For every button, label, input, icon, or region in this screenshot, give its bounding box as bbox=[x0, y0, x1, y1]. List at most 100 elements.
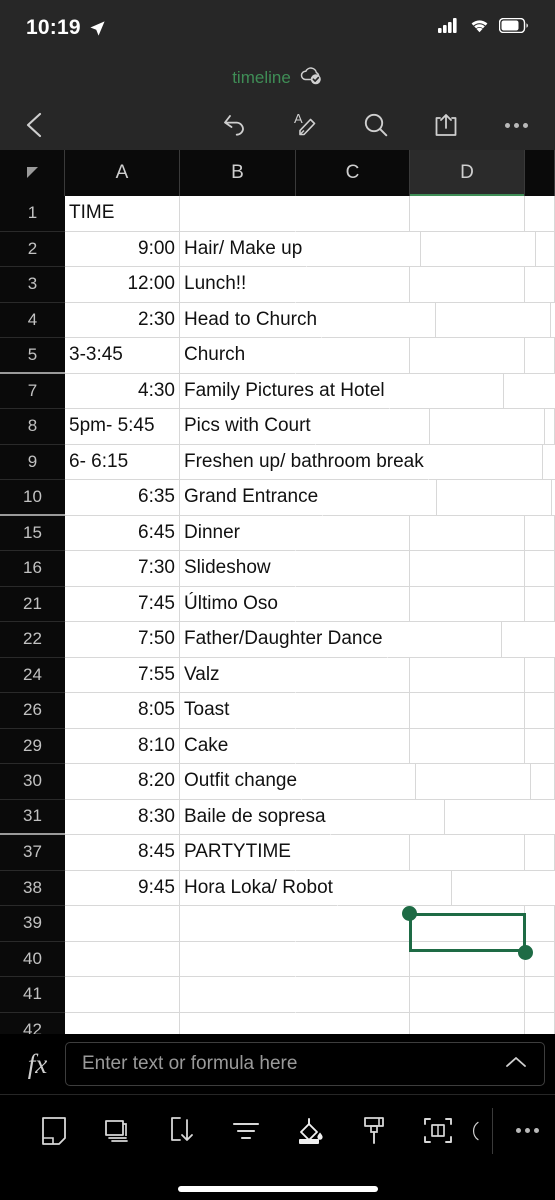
filter-button[interactable] bbox=[214, 1106, 278, 1156]
cell-a[interactable] bbox=[65, 1012, 180, 1034]
cell-e[interactable] bbox=[525, 267, 555, 303]
row-header[interactable]: 42 bbox=[0, 1012, 65, 1034]
search-button[interactable] bbox=[359, 108, 393, 142]
cell-b[interactable]: Cake bbox=[180, 728, 296, 764]
cell-a[interactable]: 9:45 bbox=[65, 870, 180, 906]
cell-c[interactable] bbox=[296, 728, 410, 764]
cell-d[interactable] bbox=[410, 728, 525, 764]
cell-a[interactable]: 3-3:45 bbox=[65, 338, 180, 374]
duplicate-cards-button[interactable] bbox=[86, 1106, 150, 1156]
cell-d[interactable] bbox=[429, 409, 545, 445]
cell-d[interactable] bbox=[501, 622, 555, 658]
row-header[interactable]: 2 bbox=[0, 231, 65, 267]
cell-c[interactable] bbox=[322, 302, 437, 338]
cell-e[interactable] bbox=[544, 409, 555, 445]
cell-b[interactable]: Church bbox=[180, 338, 296, 374]
cell-a[interactable]: 12:00 bbox=[65, 267, 180, 303]
cell-c[interactable] bbox=[296, 941, 410, 977]
cell-b[interactable] bbox=[180, 196, 296, 232]
cell-d[interactable] bbox=[410, 941, 525, 977]
row-header[interactable]: 31 bbox=[0, 799, 65, 835]
cell-c[interactable] bbox=[296, 338, 410, 374]
cell-a[interactable] bbox=[65, 906, 180, 942]
cell-c[interactable] bbox=[296, 586, 410, 622]
cell-e[interactable] bbox=[525, 728, 555, 764]
cell-b[interactable] bbox=[180, 1012, 296, 1034]
selection-handle-bottom-right[interactable] bbox=[518, 945, 533, 960]
row-header[interactable]: 15 bbox=[0, 515, 65, 551]
more-options-button[interactable] bbox=[499, 108, 533, 142]
column-header-b[interactable]: B bbox=[180, 150, 296, 196]
insert-cells-down-button[interactable] bbox=[150, 1106, 214, 1156]
undo-button[interactable] bbox=[219, 108, 253, 142]
table-row[interactable]: 24 7:55 Valz bbox=[0, 657, 555, 693]
table-row[interactable]: 41 bbox=[0, 977, 555, 1013]
cell-b[interactable]: Dinner bbox=[180, 515, 296, 551]
cell-b[interactable]: Hora Loka/ Robot bbox=[180, 870, 338, 906]
cell-b[interactable]: Outfit change bbox=[180, 764, 303, 800]
cell-b[interactable] bbox=[180, 977, 296, 1013]
cell-c[interactable] bbox=[296, 906, 410, 942]
cell-e[interactable] bbox=[525, 657, 555, 693]
column-header-a[interactable]: A bbox=[65, 150, 180, 196]
cell-a[interactable]: 5pm- 5:45 bbox=[65, 409, 180, 445]
cell-d[interactable] bbox=[416, 764, 532, 800]
cell-d[interactable] bbox=[410, 977, 525, 1013]
cell-a[interactable]: TIME bbox=[65, 196, 180, 232]
row-header[interactable]: 38 bbox=[0, 870, 65, 906]
table-row[interactable]: 42 bbox=[0, 1012, 555, 1034]
row-header[interactable]: 10 bbox=[0, 480, 65, 516]
cell-c[interactable] bbox=[337, 870, 452, 906]
fill-color-button[interactable] bbox=[278, 1106, 342, 1156]
bottom-more-options-button[interactable] bbox=[499, 1128, 555, 1133]
table-row[interactable]: 31 8:30 Baile de sopresa bbox=[0, 799, 555, 835]
cell-c[interactable] bbox=[296, 1012, 410, 1034]
cell-a[interactable]: 8:05 bbox=[65, 693, 180, 729]
column-header-c[interactable]: C bbox=[296, 150, 410, 196]
cell-c[interactable] bbox=[323, 480, 438, 516]
cell-a[interactable]: 8:10 bbox=[65, 728, 180, 764]
row-header[interactable]: 30 bbox=[0, 764, 65, 800]
cell-c[interactable] bbox=[428, 444, 543, 480]
cell-b[interactable]: Baile de sopresa bbox=[180, 799, 331, 835]
cell-e[interactable] bbox=[525, 196, 555, 232]
table-row[interactable]: 3 12:00 Lunch!! bbox=[0, 267, 555, 303]
table-row[interactable]: 2 9:00 Hair/ Make up bbox=[0, 231, 555, 267]
fx-icon[interactable]: fx bbox=[10, 1049, 65, 1080]
cell-e[interactable] bbox=[536, 231, 555, 267]
row-header[interactable]: 16 bbox=[0, 551, 65, 587]
cell-e[interactable] bbox=[525, 693, 555, 729]
cell-b[interactable] bbox=[180, 941, 296, 977]
table-row[interactable]: 5 3-3:45 Church bbox=[0, 338, 555, 374]
cell-e[interactable] bbox=[531, 764, 555, 800]
cell-c[interactable] bbox=[296, 267, 410, 303]
table-row[interactable]: 22 7:50 Father/Daughter Dance bbox=[0, 622, 555, 658]
cell-d[interactable] bbox=[410, 196, 525, 232]
cell-d[interactable] bbox=[410, 267, 525, 303]
cell-b[interactable]: Family Pictures at Hotel bbox=[180, 373, 390, 409]
cell-c[interactable] bbox=[296, 551, 410, 587]
cell-c[interactable] bbox=[296, 196, 410, 232]
cell-c[interactable] bbox=[387, 622, 502, 658]
row-header[interactable]: 39 bbox=[0, 906, 65, 942]
cell-e[interactable] bbox=[525, 551, 555, 587]
row-header[interactable]: 26 bbox=[0, 693, 65, 729]
select-all-triangle-icon[interactable] bbox=[0, 150, 65, 196]
cell-e[interactable] bbox=[525, 1012, 555, 1034]
table-row[interactable]: 38 9:45 Hora Loka/ Robot bbox=[0, 870, 555, 906]
cell-b[interactable]: Lunch!! bbox=[180, 267, 296, 303]
cell-d[interactable] bbox=[421, 231, 537, 267]
cell-b[interactable]: Toast bbox=[180, 693, 296, 729]
cell-a[interactable] bbox=[65, 977, 180, 1013]
share-button[interactable] bbox=[429, 108, 463, 142]
cell-b[interactable]: Pics with Court bbox=[180, 409, 316, 445]
row-header[interactable]: 40 bbox=[0, 941, 65, 977]
cell-e[interactable] bbox=[525, 338, 555, 374]
selection-handle-top-left[interactable] bbox=[402, 906, 417, 921]
cell-e[interactable] bbox=[525, 977, 555, 1013]
cell-d[interactable] bbox=[444, 799, 555, 835]
cell-d[interactable] bbox=[410, 1012, 525, 1034]
cell-e[interactable] bbox=[525, 515, 555, 551]
formula-input-wrapper[interactable] bbox=[65, 1042, 545, 1086]
cell-c[interactable] bbox=[330, 799, 445, 835]
